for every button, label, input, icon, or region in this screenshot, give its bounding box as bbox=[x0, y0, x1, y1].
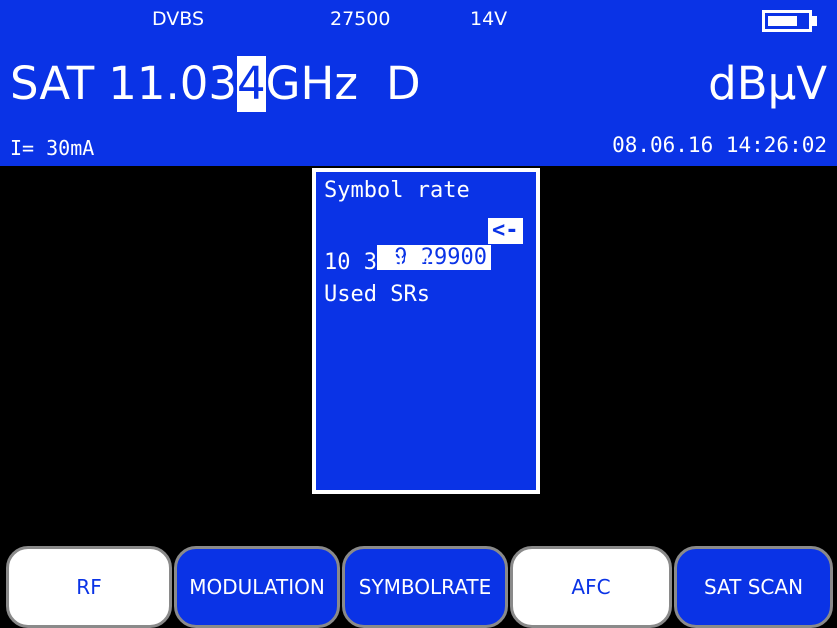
status-header: DVBS 27500 14V SAT 11.034GHz D dBµV I= 30m… bbox=[0, 0, 837, 166]
level-unit: dBµV bbox=[708, 57, 827, 110]
rf-button[interactable]: RF bbox=[6, 546, 172, 628]
afc-button[interactable]: AFC bbox=[510, 546, 672, 628]
lnb-voltage-label: 14V bbox=[470, 8, 508, 30]
lnb-current: I= 30mA bbox=[10, 136, 95, 160]
polarity-flag: D bbox=[386, 57, 421, 110]
battery-tip bbox=[812, 16, 817, 26]
sat-scan-button[interactable]: SAT SCAN bbox=[674, 546, 833, 628]
frequency-value: 11.03 bbox=[108, 57, 238, 110]
menu-title: Symbol rate bbox=[324, 178, 470, 203]
band-label: SAT bbox=[10, 57, 95, 110]
standard-label: DVBS bbox=[152, 8, 205, 30]
frequency-display[interactable]: SAT 11.034GHz D bbox=[10, 56, 421, 112]
battery-level-fill bbox=[768, 16, 797, 26]
softkey-bar: RF MODULATION SYMBOLRATE AFC SAT SCAN bbox=[0, 546, 837, 628]
menu-item-selected[interactable]: 9 29900 bbox=[324, 216, 491, 270]
frequency-cursor-digit[interactable]: 4 bbox=[237, 56, 266, 112]
menu-item-used-srs[interactable]: Used SRs bbox=[324, 280, 430, 310]
symbol-rate-label: 27500 bbox=[330, 8, 391, 30]
date-time: 08.06.16 14:26:02 bbox=[612, 133, 827, 157]
selection-arrow-icon: <- bbox=[488, 218, 523, 244]
symbolrate-button[interactable]: SYMBOLRATE bbox=[342, 546, 508, 628]
modulation-button[interactable]: MODULATION bbox=[174, 546, 340, 628]
frequency-unit: GHz bbox=[265, 57, 358, 110]
symbol-rate-menu: Symbol rate 9 29900 <- 10 30000 Used SRs bbox=[312, 168, 540, 494]
menu-item-30000[interactable]: 10 30000 bbox=[324, 248, 430, 278]
battery-icon bbox=[762, 10, 812, 32]
